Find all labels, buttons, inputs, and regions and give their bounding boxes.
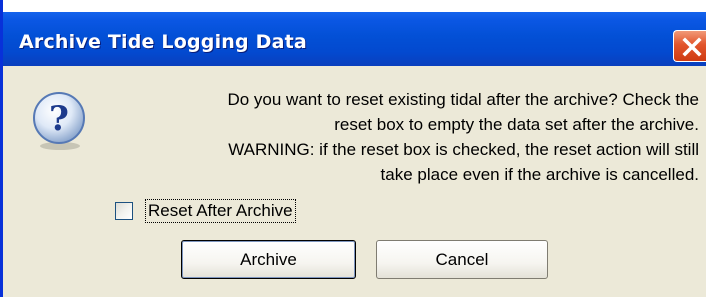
reset-after-archive-label[interactable]: Reset After Archive	[145, 199, 296, 223]
close-button[interactable]	[673, 30, 706, 62]
message-line-3: WARNING: if the reset box is checked, th…	[228, 140, 699, 159]
title-bar[interactable]: Archive Tide Logging Data	[3, 0, 706, 66]
archive-dialog: Archive Tide Logging Data ? Do you want …	[0, 0, 706, 297]
dialog-title: Archive Tide Logging Data	[19, 31, 307, 53]
message-line-2: reset box to empty the data set after th…	[334, 115, 699, 134]
message-line-4: take place even if the archive is cancel…	[380, 165, 699, 184]
archive-button[interactable]: Archive	[181, 240, 356, 279]
dialog-body: ? Do you want to reset existing tidal af…	[3, 66, 706, 297]
question-icon: ?	[33, 92, 85, 150]
cancel-button[interactable]: Cancel	[376, 240, 548, 279]
svg-text:?: ?	[49, 99, 69, 139]
title-bar-top-edge	[3, 0, 706, 12]
reset-after-archive-checkbox[interactable]	[115, 202, 133, 220]
close-icon	[682, 37, 702, 57]
message-line-1: Do you want to reset existing tidal afte…	[227, 90, 699, 109]
dialog-message: Do you want to reset existing tidal afte…	[99, 87, 699, 187]
